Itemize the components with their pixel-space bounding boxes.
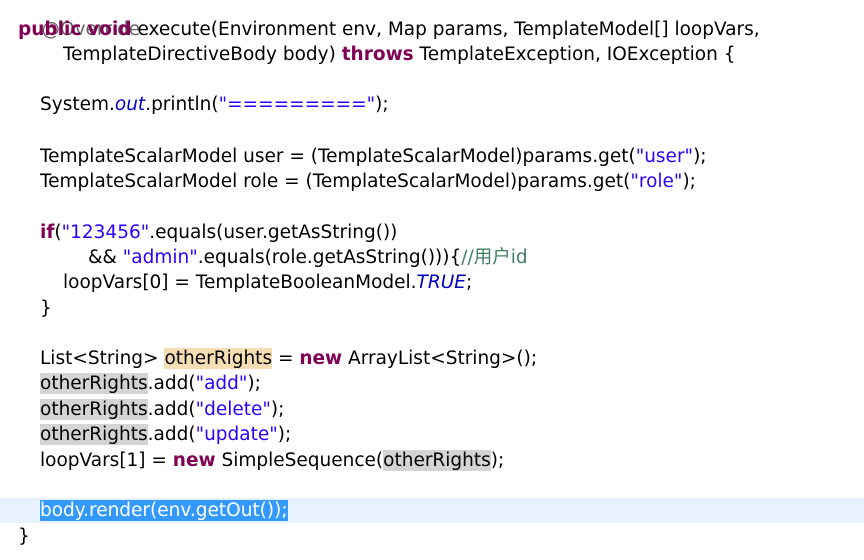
keyword-throws: throws xyxy=(341,44,414,65)
assign-operator: = xyxy=(272,348,300,369)
println-call: .println( xyxy=(145,94,219,115)
user-decl: TemplateScalarModel user = (TemplateScal… xyxy=(40,146,636,167)
signature-exceptions: TemplateException, IOException { xyxy=(413,44,736,65)
loopvars-suffix: ); xyxy=(490,450,505,471)
loopvars-assign: loopVars[0] = TemplateBooleanModel. xyxy=(63,272,417,293)
signature-text: execute(Environment env, Map params, Tem… xyxy=(131,19,760,40)
code-editor[interactable]: @Override public void execute(Environmen… xyxy=(0,0,864,560)
closing-brace: } xyxy=(18,526,30,547)
simplesequence-constructor: SimpleSequence( xyxy=(215,450,384,471)
role-suffix: ); xyxy=(682,171,696,192)
variable-occurrence[interactable]: otherRights xyxy=(40,373,148,394)
code-line-annotation: @Override xyxy=(18,0,864,40)
field-out: out xyxy=(114,94,146,115)
keyword-public: public xyxy=(18,19,82,40)
loopvars-suffix: ; xyxy=(465,272,473,293)
user-suffix: ); xyxy=(693,146,707,167)
variable-occurrence[interactable]: otherRights xyxy=(164,348,273,369)
code-line-if: if("123456".equals(user.getAsString()) xyxy=(40,220,864,245)
keyword-new: new xyxy=(172,450,216,471)
add-call: .add( xyxy=(147,424,196,445)
variable-occurrence[interactable]: otherRights xyxy=(383,450,491,471)
code-line-add: otherRights.add("add"); xyxy=(40,371,864,396)
field-true: TRUE xyxy=(416,272,466,293)
closing-brace: } xyxy=(40,298,52,319)
string-literal: "delete" xyxy=(195,399,271,420)
code-line-update: otherRights.add("update"); xyxy=(40,422,864,447)
string-literal: "add" xyxy=(195,373,248,394)
list-type: List<String> xyxy=(40,348,165,369)
signature-params: TemplateDirectiveBody body) xyxy=(63,44,342,65)
string-literal: "user" xyxy=(635,146,694,167)
code-line-user: TemplateScalarModel user = (TemplateScal… xyxy=(40,144,864,169)
if-condition: .equals(user.getAsString()) xyxy=(149,222,398,243)
and-operator: && xyxy=(88,247,123,268)
code-line-signature-2: TemplateDirectiveBody body) throws Templ… xyxy=(63,42,864,67)
selected-text[interactable]: body.render(env.getOut()); xyxy=(40,500,288,521)
and-condition: .equals(role.getAsString())){ xyxy=(197,247,462,268)
string-literal: "role" xyxy=(630,171,683,192)
variable-occurrence[interactable]: otherRights xyxy=(40,399,148,420)
variable-occurrence[interactable]: otherRights xyxy=(40,424,148,445)
add-call: .add( xyxy=(147,399,196,420)
code-line-close-if: } xyxy=(40,296,864,321)
code-line-render-current: body.render(env.getOut()); xyxy=(0,498,864,523)
code-line-close-method: } xyxy=(18,524,864,549)
add-suffix: ); xyxy=(277,424,292,445)
code-line-signature-1: public void execute(Environment env, Map… xyxy=(18,17,864,42)
code-line-role: TemplateScalarModel role = (TemplateScal… xyxy=(40,169,864,194)
if-paren: ( xyxy=(54,222,62,243)
code-line-delete: otherRights.add("delete"); xyxy=(40,397,864,422)
add-call: .add( xyxy=(147,373,196,394)
arraylist-constructor: ArrayList<String>(); xyxy=(342,348,538,369)
add-suffix: ); xyxy=(270,399,285,420)
code-line-list-decl: List<String> otherRights = new ArrayList… xyxy=(40,346,864,371)
keyword-void: void xyxy=(87,19,132,40)
string-literal: "123456" xyxy=(61,222,150,243)
code-line-loopvars-1: loopVars[1] = new SimpleSequence(otherRi… xyxy=(40,448,864,473)
string-literal: "admin" xyxy=(122,247,198,268)
code-line-loopvars-0: loopVars[0] = TemplateBooleanModel.TRUE; xyxy=(63,270,864,295)
string-literal: "=========" xyxy=(218,94,376,115)
keyword-if: if xyxy=(40,222,55,243)
add-suffix: ); xyxy=(247,373,261,394)
println-suffix: ); xyxy=(375,94,389,115)
keyword-new: new xyxy=(299,348,343,369)
role-decl: TemplateScalarModel role = (TemplateScal… xyxy=(40,171,631,192)
println-prefix: System. xyxy=(40,94,115,115)
string-literal: "update" xyxy=(195,424,278,445)
code-line-and: && "admin".equals(role.getAsString())){/… xyxy=(88,245,864,270)
loopvars-assign: loopVars[1] = xyxy=(40,450,173,471)
comment: //用户id xyxy=(461,247,528,268)
code-line-println: System.out.println("========="); xyxy=(40,92,864,117)
